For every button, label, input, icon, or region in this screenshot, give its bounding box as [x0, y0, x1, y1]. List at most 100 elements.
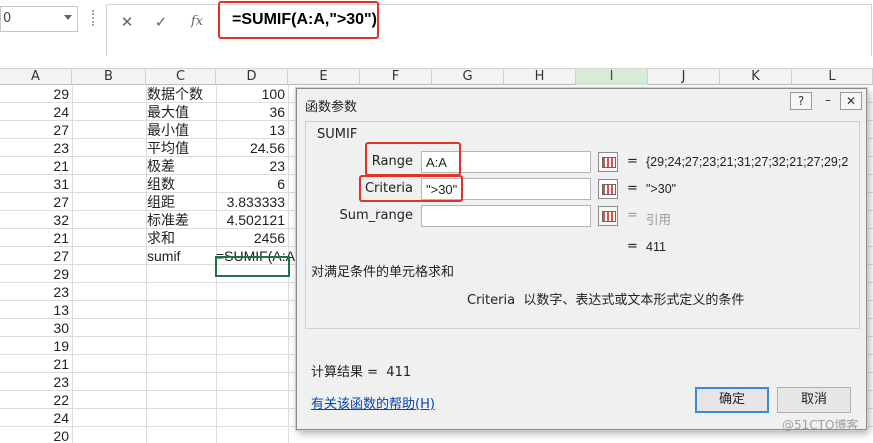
cell-d[interactable]: 24.56: [216, 139, 287, 157]
close-icon[interactable]: ✕: [840, 92, 862, 110]
name-box-dropdown-icon[interactable]: [64, 15, 72, 20]
cell-d[interactable]: 36: [216, 103, 287, 121]
sum-range-input[interactable]: [421, 205, 591, 227]
range-collapse-icon[interactable]: [598, 152, 618, 172]
cell-d[interactable]: [216, 301, 287, 319]
function-help-link[interactable]: 有关该函数的帮助(H): [311, 393, 435, 412]
cell-d[interactable]: 4.502121: [216, 211, 287, 229]
cell-c[interactable]: 标准差: [146, 211, 216, 229]
cell-a[interactable]: 27: [0, 121, 72, 139]
cell-d[interactable]: [216, 337, 287, 355]
cell-a[interactable]: 23: [0, 373, 72, 391]
cell-a[interactable]: 23: [0, 283, 72, 301]
cell-a[interactable]: 27: [0, 193, 72, 211]
cell-d[interactable]: [216, 409, 287, 427]
param-description: Criteria 以数字、表达式或文本形式定义的条件: [467, 289, 744, 308]
cell-c[interactable]: [146, 283, 216, 301]
cell-d[interactable]: 23: [216, 157, 287, 175]
cell-a[interactable]: 23: [0, 139, 72, 157]
enter-icon[interactable]: ✓: [149, 11, 173, 33]
column-header-g[interactable]: G: [432, 69, 504, 85]
active-cell-d11[interactable]: [215, 256, 290, 277]
result-preview: 411: [646, 240, 666, 254]
cell-d[interactable]: [216, 391, 287, 409]
cell-d[interactable]: [216, 355, 287, 373]
ok-button[interactable]: 确定: [695, 387, 769, 413]
cell-c[interactable]: [146, 337, 216, 355]
cell-c[interactable]: 求和: [146, 229, 216, 247]
sum-range-value: 引用: [646, 213, 672, 227]
column-header-i[interactable]: I: [576, 69, 648, 85]
cell-d[interactable]: 6: [216, 175, 287, 193]
column-header-c[interactable]: C: [146, 69, 216, 85]
column-header-a[interactable]: A: [0, 69, 72, 85]
window-grip-icon: –: [825, 93, 831, 107]
param-label-sum-range: Sum_range: [339, 208, 413, 223]
criteria-collapse-icon[interactable]: [598, 179, 618, 199]
column-header-h[interactable]: H: [504, 69, 576, 85]
cell-a[interactable]: 21: [0, 157, 72, 175]
cell-a[interactable]: 30: [0, 319, 72, 337]
param-description-name: Criteria: [467, 293, 516, 308]
cell-c[interactable]: [146, 427, 216, 443]
cell-c[interactable]: 平均值: [146, 139, 216, 157]
column-header-f[interactable]: F: [360, 69, 432, 85]
cell-a[interactable]: 21: [0, 229, 72, 247]
cell-c[interactable]: [146, 319, 216, 337]
cell-a[interactable]: 32: [0, 211, 72, 229]
cell-c[interactable]: sumif: [146, 247, 216, 265]
cell-c[interactable]: 组距: [146, 193, 216, 211]
name-box[interactable]: 0: [0, 6, 78, 32]
cell-c[interactable]: 最小值: [146, 121, 216, 139]
cell-c[interactable]: [146, 355, 216, 373]
cell-a[interactable]: 29: [0, 265, 72, 283]
name-box-value: 0: [3, 11, 12, 26]
cell-c[interactable]: [146, 265, 216, 283]
cell-d[interactable]: [216, 427, 287, 443]
cell-a[interactable]: 31: [0, 175, 72, 193]
cell-a[interactable]: 20: [0, 427, 72, 443]
cell-a[interactable]: 29: [0, 85, 72, 103]
cell-c[interactable]: 组数: [146, 175, 216, 193]
cancel-icon[interactable]: ✕: [115, 11, 139, 33]
cell-a[interactable]: 22: [0, 391, 72, 409]
cell-a[interactable]: 19: [0, 337, 72, 355]
insert-function-icon[interactable]: fx: [185, 11, 209, 33]
function-description: 对满足条件的单元格求和: [311, 265, 455, 280]
column-header: A B C D E F G H I J K L: [0, 68, 873, 85]
cell-a[interactable]: 27: [0, 247, 72, 265]
cell-d[interactable]: 3.833333: [216, 193, 287, 211]
column-header-d[interactable]: D: [216, 69, 288, 85]
cell-c[interactable]: 最大值: [146, 103, 216, 121]
cell-d[interactable]: 13: [216, 121, 287, 139]
cell-c[interactable]: [146, 373, 216, 391]
cell-a[interactable]: 24: [0, 409, 72, 427]
cell-d[interactable]: 2456: [216, 229, 287, 247]
cell-d[interactable]: 100: [216, 85, 287, 103]
cell-a[interactable]: 13: [0, 301, 72, 319]
column-header-l[interactable]: L: [792, 69, 873, 85]
cell-c[interactable]: 极差: [146, 157, 216, 175]
cell-d[interactable]: [216, 283, 287, 301]
function-arguments-dialog: 函数参数 ? – ✕ SUMIF Range A:A = {29;24;27;2…: [296, 88, 867, 430]
column-header-b[interactable]: B: [72, 69, 146, 85]
column-header-k[interactable]: K: [720, 69, 792, 85]
cell-d[interactable]: [216, 373, 287, 391]
cell-d[interactable]: [216, 319, 287, 337]
cell-a[interactable]: 24: [0, 103, 72, 121]
calc-result-value: 411: [386, 365, 412, 380]
cell-c[interactable]: 数据个数: [146, 85, 216, 103]
cell-c[interactable]: [146, 301, 216, 319]
column-header-j[interactable]: J: [648, 69, 720, 85]
help-icon[interactable]: ?: [790, 92, 812, 110]
cell-c[interactable]: [146, 391, 216, 409]
formula-bar: 0 ✕ ✓ fx =SUMIF(A:A,">30"): [0, 0, 873, 56]
formula-text[interactable]: =SUMIF(A:A,">30"): [218, 1, 379, 39]
function-name: SUMIF: [317, 127, 358, 142]
cancel-button[interactable]: 取消: [777, 387, 851, 413]
cell-a[interactable]: 21: [0, 355, 72, 373]
cell-c[interactable]: [146, 409, 216, 427]
column-header-e[interactable]: E: [288, 69, 360, 85]
sum-range-collapse-icon[interactable]: [598, 206, 618, 226]
formula-bar-grip[interactable]: [92, 10, 95, 26]
